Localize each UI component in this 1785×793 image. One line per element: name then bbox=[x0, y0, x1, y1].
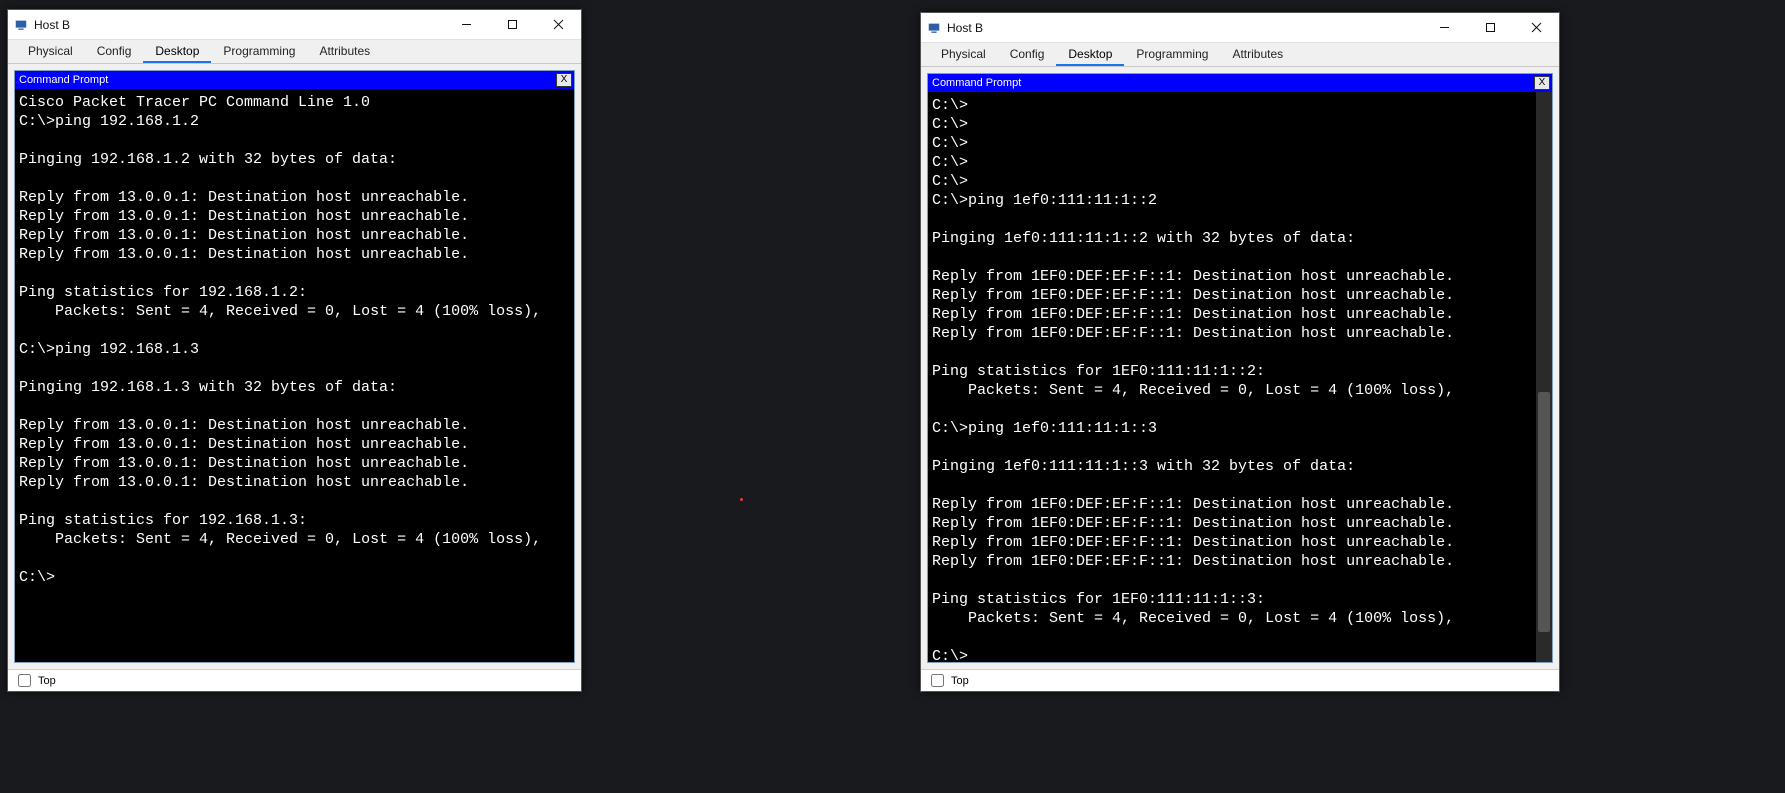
command-prompt-header[interactable]: Command Prompt X bbox=[15, 71, 574, 89]
terminal[interactable]: Cisco Packet Tracer PC Command Line 1.0 … bbox=[15, 89, 574, 662]
window-title: Host B bbox=[947, 21, 983, 35]
tab-physical[interactable]: Physical bbox=[929, 43, 998, 66]
command-prompt-header[interactable]: Command Prompt X bbox=[928, 74, 1552, 92]
command-prompt-close-button[interactable]: X bbox=[1534, 76, 1550, 90]
content-area: Command Prompt X Cisco Packet Tracer PC … bbox=[8, 64, 581, 669]
tab-desktop[interactable]: Desktop bbox=[143, 40, 211, 63]
minimize-button[interactable] bbox=[1421, 13, 1467, 43]
minimize-button[interactable] bbox=[443, 10, 489, 40]
top-checkbox[interactable] bbox=[931, 674, 944, 687]
terminal[interactable]: C:\> C:\> C:\> C:\> C:\> C:\>ping 1ef0:1… bbox=[928, 92, 1552, 662]
close-button[interactable] bbox=[1513, 13, 1559, 43]
content-area: Command Prompt X C:\> C:\> C:\> C:\> C:\… bbox=[921, 67, 1559, 669]
tab-config[interactable]: Config bbox=[85, 40, 144, 63]
tab-physical[interactable]: Physical bbox=[16, 40, 85, 63]
tab-bar: Physical Config Desktop Programming Attr… bbox=[8, 40, 581, 64]
tab-attributes[interactable]: Attributes bbox=[1220, 43, 1295, 66]
command-prompt-title: Command Prompt bbox=[932, 77, 1021, 89]
packet-tracer-window-left: Host B Physical Config Desktop Programmi… bbox=[7, 9, 582, 692]
app-icon bbox=[927, 21, 941, 35]
command-prompt-close-button[interactable]: X bbox=[556, 73, 572, 87]
tab-desktop[interactable]: Desktop bbox=[1056, 43, 1124, 66]
bottom-bar: Top bbox=[921, 669, 1559, 691]
tab-attributes[interactable]: Attributes bbox=[307, 40, 382, 63]
tab-programming[interactable]: Programming bbox=[1124, 43, 1220, 66]
command-prompt-frame: Command Prompt X C:\> C:\> C:\> C:\> C:\… bbox=[927, 73, 1553, 663]
tab-bar: Physical Config Desktop Programming Attr… bbox=[921, 43, 1559, 67]
packet-tracer-window-right: Host B Physical Config Desktop Programmi… bbox=[920, 12, 1560, 692]
red-dot-marker bbox=[740, 498, 743, 501]
maximize-button[interactable] bbox=[489, 10, 535, 40]
maximize-button[interactable] bbox=[1467, 13, 1513, 43]
window-title: Host B bbox=[34, 18, 70, 32]
bottom-bar: Top bbox=[8, 669, 581, 691]
app-icon bbox=[14, 18, 28, 32]
tab-config[interactable]: Config bbox=[998, 43, 1057, 66]
tab-programming[interactable]: Programming bbox=[211, 40, 307, 63]
top-checkbox-label: Top bbox=[951, 675, 969, 687]
top-checkbox-label: Top bbox=[38, 675, 56, 687]
titlebar[interactable]: Host B bbox=[8, 10, 581, 40]
command-prompt-frame: Command Prompt X Cisco Packet Tracer PC … bbox=[14, 70, 575, 663]
top-checkbox[interactable] bbox=[18, 674, 31, 687]
close-button[interactable] bbox=[535, 10, 581, 40]
scrollbar-thumb[interactable] bbox=[1538, 392, 1550, 632]
scrollbar-vertical[interactable] bbox=[1536, 92, 1552, 662]
titlebar[interactable]: Host B bbox=[921, 13, 1559, 43]
command-prompt-title: Command Prompt bbox=[19, 74, 108, 86]
